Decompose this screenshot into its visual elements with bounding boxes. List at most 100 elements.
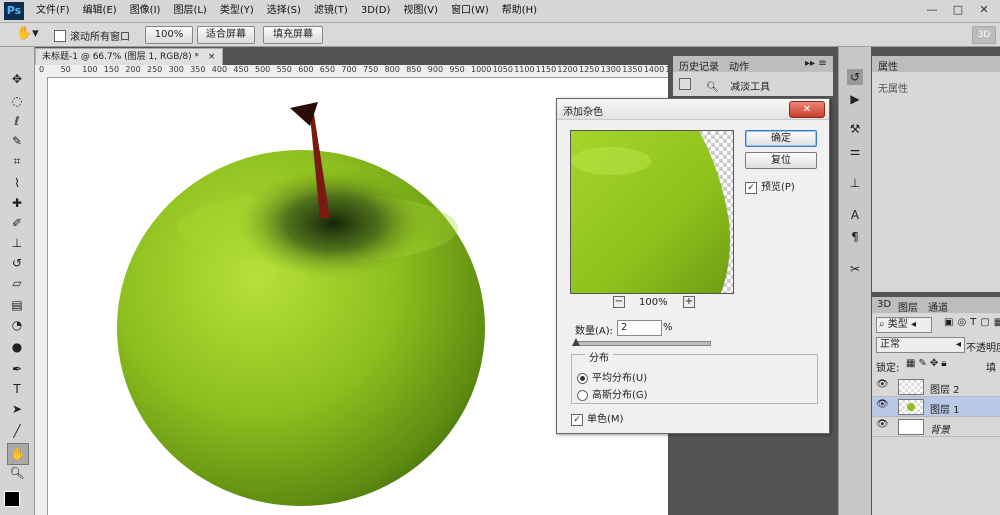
gradient-tool-icon[interactable]: ▤	[7, 295, 27, 315]
amount-input[interactable]: 2	[617, 320, 662, 336]
ruler-tick-label: 1200	[557, 65, 578, 74]
menu-image[interactable]: 图像(I)	[130, 0, 161, 22]
close-icon[interactable]: ×	[208, 52, 216, 62]
path-select-tool-icon[interactable]: ➤	[7, 399, 27, 419]
stamp-tool-icon[interactable]: ⊥	[7, 233, 27, 253]
layer-row[interactable]: 👁︎ 背景	[872, 417, 1000, 437]
zoom-100-button[interactable]: 100%	[145, 26, 193, 44]
layer-name: 背景	[930, 425, 950, 436]
healing-tool-icon[interactable]: ✚	[7, 193, 27, 213]
eye-icon[interactable]: 👁︎	[876, 399, 889, 410]
ruler-tick-label: 1350	[622, 65, 643, 74]
reset-button[interactable]: 复位	[745, 152, 817, 169]
character-panel-icon[interactable]: A	[847, 207, 863, 223]
fill-screen-button[interactable]: 填充屏幕	[263, 26, 323, 44]
menu-window[interactable]: 窗口(W)	[451, 0, 489, 22]
brush-tool-icon[interactable]: ✐	[7, 213, 27, 233]
lock-icons[interactable]: ▦✎✥🔒︎	[906, 358, 950, 369]
ruler-tick-label: 400	[211, 65, 228, 74]
hand-tool-icon[interactable]: ✋▾	[16, 26, 39, 41]
history-brush-tool-icon[interactable]: ↺	[7, 253, 27, 273]
foreground-color-swatch[interactable]	[4, 491, 20, 507]
brush-preset-icon[interactable]: ⚒	[847, 121, 863, 137]
filter-preview[interactable]	[570, 130, 734, 294]
layer-filter-select[interactable]: ⌕ 类型 ◂	[876, 317, 932, 333]
history-panel: 历史记录 动作 ▸▸ ≡ 🔍︎ 减淡工具	[673, 56, 833, 96]
checkbox-icon	[54, 29, 66, 42]
line-tool-icon[interactable]: ╱	[7, 421, 27, 441]
history-panel-icon[interactable]: ↺	[847, 69, 863, 85]
blur-tool-icon[interactable]: ◔	[7, 315, 27, 335]
history-item[interactable]: 🔍︎ 减淡工具	[679, 78, 770, 93]
vertical-ruler	[35, 77, 48, 515]
dodge-tool-icon[interactable]: ●	[7, 337, 27, 357]
actions-panel-icon[interactable]: ▶	[847, 91, 863, 107]
ok-button[interactable]: 确定	[745, 130, 817, 147]
layer-row[interactable]: 👁︎ 图层 2	[872, 377, 1000, 397]
quick-select-tool-icon[interactable]: ✎	[7, 131, 27, 151]
hand-tool-icon[interactable]: ✋	[7, 443, 29, 465]
scroll-all-windows-checkbox[interactable]: 滚动所有窗口	[54, 28, 130, 43]
tools-preset-icon[interactable]: ✂	[847, 261, 863, 277]
menu-view[interactable]: 视图(V)	[403, 0, 438, 22]
layer-row-selected[interactable]: 👁︎ 图层 1	[872, 397, 1000, 417]
zoom-in-button[interactable]: +	[683, 296, 695, 308]
chevron-down-icon: ◂	[955, 339, 961, 350]
marquee-tool-icon[interactable]: ◌	[7, 91, 27, 111]
eye-icon[interactable]: 👁︎	[876, 379, 889, 390]
properties-panel: 属性 无属性	[872, 56, 1000, 292]
tab-layers[interactable]: 图层	[898, 299, 918, 314]
menu-select[interactable]: 选择(S)	[267, 0, 301, 22]
mode-3d-button[interactable]: 3D	[972, 26, 996, 44]
menu-file[interactable]: 文件(F)	[36, 0, 70, 22]
type-tool-icon[interactable]: T	[7, 379, 27, 399]
gaussian-radio[interactable]: 高斯分布(G)	[577, 386, 648, 401]
tab-history[interactable]: 历史记录	[679, 58, 719, 73]
menu-help[interactable]: 帮助(H)	[502, 0, 537, 22]
history-tabs: 历史记录 动作 ▸▸ ≡	[673, 56, 833, 73]
zoom-out-button[interactable]: −	[613, 296, 625, 308]
uniform-radio[interactable]: 平均分布(U)	[577, 369, 647, 384]
menu-edit[interactable]: 编辑(E)	[83, 0, 117, 22]
menu-type[interactable]: 类型(Y)	[220, 0, 254, 22]
tab-channels[interactable]: 通道	[928, 299, 948, 314]
zoom-tool-icon[interactable]: 🔍︎	[7, 463, 27, 483]
fit-screen-button[interactable]: 适合屏幕	[197, 26, 255, 44]
document-tab[interactable]: 未标题-1 @ 66.7% (图层 1, RGB/8) * ×	[35, 48, 223, 66]
pen-tool-icon[interactable]: ✒	[7, 359, 27, 379]
menu-layer[interactable]: 图层(L)	[173, 0, 206, 22]
maximize-icon[interactable]: □	[946, 2, 970, 18]
monochrome-checkbox[interactable]: ✓ 单色(M)	[571, 410, 623, 426]
clone-source-icon[interactable]: ⊥	[847, 175, 863, 191]
close-icon[interactable]: ✕	[972, 2, 996, 18]
crop-tool-icon[interactable]: ⌗	[7, 151, 27, 171]
menu-3d[interactable]: 3D(D)	[361, 0, 391, 22]
tab-properties[interactable]: 属性	[878, 58, 898, 73]
tab-3d[interactable]: 3D	[877, 299, 891, 310]
panel-menu-icon[interactable]: ▸▸ ≡	[805, 58, 827, 69]
move-tool-icon[interactable]: ✥	[7, 69, 27, 89]
eyedropper-tool-icon[interactable]: ⌇	[7, 173, 27, 193]
panel-icon-strip: ↺ ▶ ⚒ ⚌ ⊥ A ¶ ✂	[838, 47, 871, 515]
eraser-tool-icon[interactable]: ▱	[7, 273, 27, 293]
eye-icon[interactable]: 👁︎	[876, 419, 889, 430]
dialog-title-bar[interactable]: 添加杂色 ✕	[557, 99, 829, 120]
blend-mode-select[interactable]: 正常 ◂	[876, 337, 965, 353]
adjustments-icon[interactable]: ⚌	[847, 143, 863, 159]
layers-panel: 3D 图层 通道 ⌕ 类型 ◂ ▣◎T▢▦ 正常 ◂ 不透明度 锁定: ▦✎✥🔒︎…	[872, 297, 1000, 515]
add-noise-dialog: 添加杂色 ✕ 确定 复位 ✓ 预览(P) − 100% + 数量(A): 2 % …	[556, 98, 830, 434]
uniform-label: 平均分布(U)	[592, 373, 648, 384]
layer-filter-icons[interactable]: ▣◎T▢▦	[944, 317, 1000, 328]
layer-thumbnail	[898, 379, 924, 395]
menu-filter[interactable]: 滤镜(T)	[314, 0, 348, 22]
minimize-icon[interactable]: —	[920, 2, 944, 18]
amount-slider-track[interactable]	[575, 341, 711, 346]
radio-selected-icon	[577, 372, 588, 384]
lasso-tool-icon[interactable]: ℓ	[7, 111, 27, 131]
menu-items: 文件(F) 编辑(E) 图像(I) 图层(L) 类型(Y) 选择(S) 滤镜(T…	[36, 0, 550, 22]
close-icon[interactable]: ✕	[789, 101, 825, 118]
tab-actions[interactable]: 动作	[729, 58, 749, 73]
amount-slider-thumb[interactable]	[571, 338, 580, 346]
preview-checkbox[interactable]: ✓ 预览(P)	[745, 178, 795, 194]
paragraph-panel-icon[interactable]: ¶	[847, 229, 863, 245]
